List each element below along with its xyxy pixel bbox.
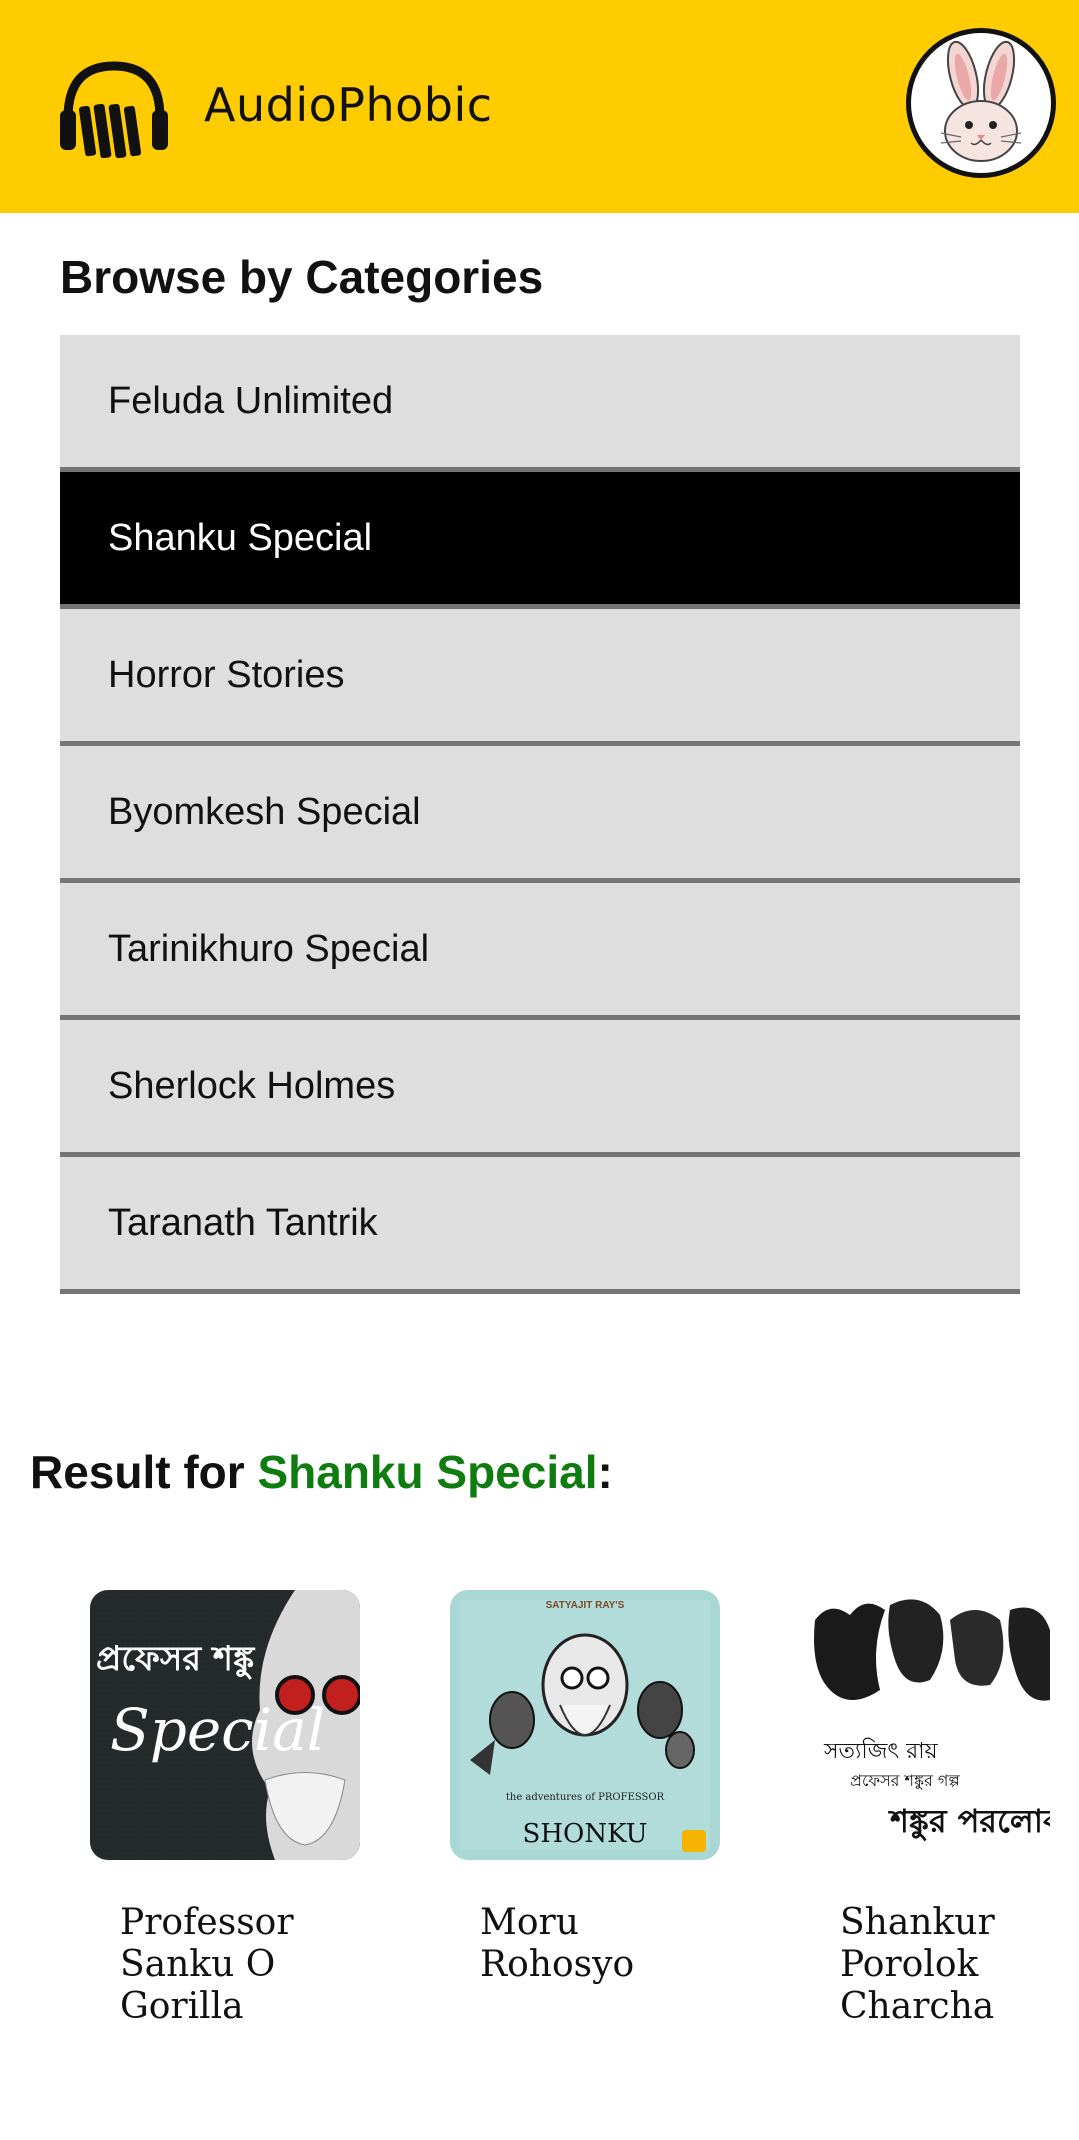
thumb-bengali-title: প্রফেসর শঙ্কু — [96, 1639, 256, 1679]
category-item-taranath-tantrik[interactable]: Taranath Tantrik — [60, 1157, 1020, 1294]
category-label: Tarinikhuro Special — [108, 927, 430, 970]
category-item-feluda-unlimited[interactable]: Feluda Unlimited — [60, 335, 1020, 472]
result-suffix: : — [597, 1446, 613, 1498]
result-heading: Result for Shanku Special: — [30, 1445, 613, 1499]
browse-categories-title: Browse by Categories — [60, 251, 544, 303]
category-label: Shanku Special — [108, 516, 373, 559]
thumb-special-label: Special — [110, 1696, 325, 1764]
result-card[interactable]: সত্যজিৎ রায় প্রফেসর শঙ্কুর গল্প শঙ্কুর … — [810, 1590, 1050, 2027]
category-label: Byomkesh Special — [108, 790, 421, 833]
result-card[interactable]: SATYAJIT RAY'S the adventures of PROFESS… — [450, 1590, 720, 1985]
headphones-icon[interactable] — [58, 58, 170, 158]
category-label: Horror Stories — [108, 653, 345, 696]
thumb-author: সত্যজিৎ রায় — [823, 1738, 939, 1764]
thumb-publisher: SATYAJIT RAY'S — [546, 1600, 625, 1611]
app-title: AudioPhobic — [204, 78, 493, 132]
episode-title[interactable]: Professor Sanku O Gorilla — [120, 1902, 360, 2028]
category-list: Feluda Unlimited Shanku Special Horror S… — [60, 335, 1020, 1294]
category-item-sherlock-holmes[interactable]: Sherlock Holmes — [60, 1020, 1020, 1157]
category-item-horror-stories[interactable]: Horror Stories — [60, 609, 1020, 746]
category-label: Sherlock Holmes — [108, 1064, 396, 1107]
selected-category-name: Shanku Special — [257, 1446, 598, 1498]
category-item-byomkesh-special[interactable]: Byomkesh Special — [60, 746, 1020, 883]
episode-thumbnail[interactable]: প্রফেসর শঙ্কু Special — [90, 1590, 360, 1860]
thumb-shonku-label: SHONKU — [523, 1819, 648, 1849]
episode-thumbnail[interactable]: SATYAJIT RAY'S the adventures of PROFESS… — [450, 1590, 720, 1860]
thumb-bengali-title: শঙ্কুর পরলোকচ — [888, 1802, 1050, 1841]
result-card[interactable]: প্রফেসর শঙ্কু Special Professor Sanku O … — [90, 1590, 360, 2027]
episode-title[interactable]: Moru Rohosyo — [480, 1902, 720, 1986]
episode-title[interactable]: Shankur Porolok Charcha — [840, 1902, 1079, 2028]
category-item-shanku-special[interactable]: Shanku Special — [60, 472, 1020, 609]
thumb-subtitle: the adventures of PROFESSOR — [506, 1792, 665, 1803]
user-avatar[interactable] — [906, 28, 1056, 178]
category-item-tarinikhuro-special[interactable]: Tarinikhuro Special — [60, 883, 1020, 1020]
result-prefix: Result for — [30, 1446, 258, 1498]
app-header: AudioPhobic — [0, 0, 1079, 213]
category-label: Taranath Tantrik — [108, 1201, 378, 1244]
rabbit-icon — [940, 40, 1022, 162]
episode-thumbnail[interactable]: সত্যজিৎ রায় প্রফেসর শঙ্কুর গল্প শঙ্কুর … — [810, 1590, 1050, 1860]
category-label: Feluda Unlimited — [108, 379, 394, 422]
thumb-series: প্রফেসর শঙ্কুর গল্প — [850, 1771, 960, 1790]
